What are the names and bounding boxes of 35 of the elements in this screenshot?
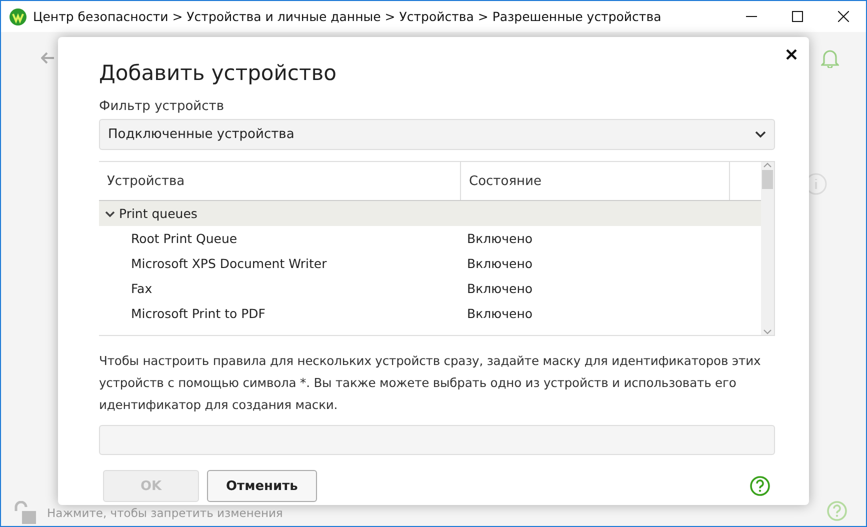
scroll-down-icon[interactable] <box>763 329 772 335</box>
group-label: Print queues <box>119 206 198 221</box>
close-icon <box>786 49 797 60</box>
field-label: Фильтр устройств <box>99 99 226 114</box>
table-cell: Microsoft XPS Document Writer <box>131 256 327 271</box>
table-cell-text: Включено <box>466 281 533 296</box>
table-cell-text: Включено <box>466 256 533 271</box>
app-logo-icon <box>9 8 27 26</box>
close-icon <box>838 11 848 22</box>
help-icon[interactable] <box>826 500 848 522</box>
filter-dropdown[interactable]: Подключенные устройства <box>99 119 775 150</box>
column-header[interactable]: Состояние <box>461 162 730 200</box>
column-header[interactable]: Устройства <box>99 162 461 200</box>
lock-icon[interactable] <box>13 501 39 525</box>
window-title: Центр безопасности > Устройства и личные данные > Устройства > Разрешенные устройства <box>33 9 662 24</box>
table-cell: Microsoft Print to PDF <box>131 306 266 321</box>
scrollbar-thumb[interactable] <box>762 170 773 189</box>
group-row[interactable]: Print queues <box>99 201 761 226</box>
scrollbar[interactable] <box>761 162 774 335</box>
close-button[interactable] <box>784 47 799 62</box>
dialog-title: Добавить устройство <box>99 61 338 85</box>
back-arrow-icon[interactable] <box>41 52 55 64</box>
table-cell-text: Включено <box>466 231 533 246</box>
maximize-icon <box>792 11 802 22</box>
table-cell: Root Print Queue <box>131 231 238 246</box>
hint-text: Чтобы настроить правила для нескольких устройств сразу, задайте маску для идентификаторов этих устройств с помощью символа *. Вы также можете выбрать одно из устройств и использовать его идентификатор для создания маски. <box>99 353 762 414</box>
help-icon[interactable] <box>749 475 771 497</box>
cancel-button[interactable]: Отменить <box>207 470 317 502</box>
table-cell-text: Включено <box>466 306 533 321</box>
chevron-down-icon <box>755 131 766 138</box>
scroll-up-icon[interactable] <box>763 162 772 168</box>
table-cell: Fax <box>131 281 152 296</box>
mask-input-field[interactable] <box>99 425 775 455</box>
bell-icon[interactable] <box>821 48 839 68</box>
chevron-icon[interactable] <box>105 210 115 218</box>
